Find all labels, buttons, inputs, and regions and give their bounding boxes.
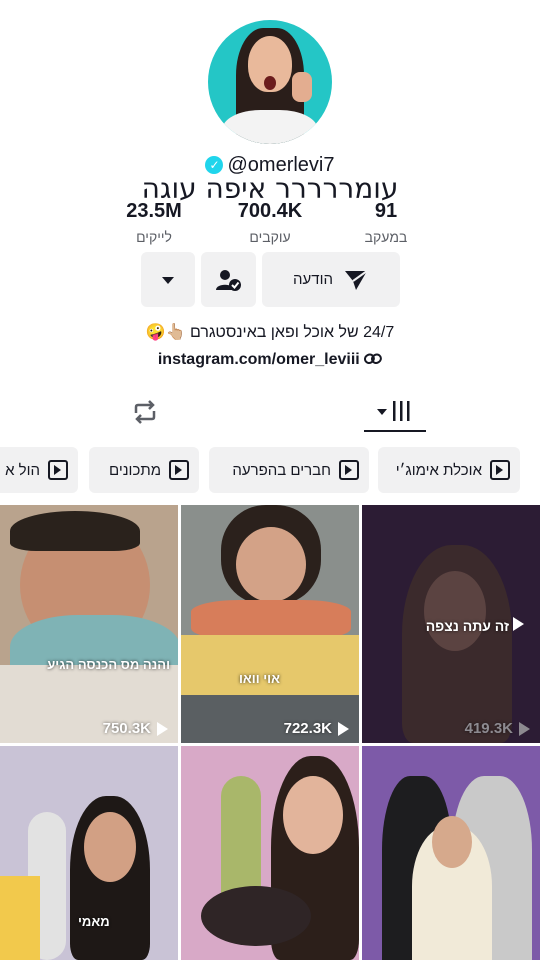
video-views: 419.3K (362, 720, 530, 737)
bio-link-text: instagram.com/omer_leviii (157, 351, 360, 368)
video-thumbnail[interactable]: מאמי (0, 746, 178, 960)
video-caption: אוי וואו (239, 671, 280, 686)
playlist-label: מתכונים (108, 461, 161, 479)
play-icon (519, 721, 530, 736)
stat-likes[interactable]: 23.5M לייקים (94, 200, 214, 245)
playlist-label: הול א (5, 461, 40, 479)
video-thumbnail[interactable] (362, 746, 540, 960)
playlist-item[interactable]: הול א (0, 447, 78, 493)
video-thumbnail[interactable]: זה עתה נצפה 419.3K (362, 505, 540, 743)
repost-icon (134, 400, 156, 424)
play-icon (513, 617, 524, 631)
playlist-item[interactable]: אוכלת אימוג׳י (378, 447, 520, 493)
avatar-mouth (264, 76, 276, 90)
stat-followers-label: עוקבים (249, 229, 291, 245)
playlist-label: אוכלת אימוג׳י (395, 461, 482, 479)
video-views: 722.3K (181, 720, 349, 737)
playlist-icon (48, 460, 68, 480)
playlist-item[interactable]: מתכונים (89, 447, 199, 493)
video-thumbnail[interactable]: אוי וואו 722.3K (181, 505, 359, 743)
playlist-item[interactable]: חברים בהפרעה (209, 447, 369, 493)
more-options-button[interactable] (141, 252, 195, 307)
avatar-shirt (222, 110, 318, 144)
play-icon (157, 721, 168, 736)
playlist-label: חברים בהפרעה (232, 461, 331, 479)
stat-following-label: במעקב (364, 229, 408, 245)
message-button-label: הודעה (293, 271, 333, 288)
video-caption: זה עתה נצפה (426, 617, 524, 634)
user-check-icon (215, 269, 241, 291)
bio-text: 24/7 של אוכל ופאן באינסטגרם 👆🏼🤪 (145, 324, 395, 341)
stat-following-value: 91 (374, 200, 398, 222)
video-views: 750.3K (0, 720, 168, 737)
tab-videos[interactable] (364, 392, 426, 432)
stat-followers-value: 700.4K (237, 200, 303, 222)
video-caption: מאמי (78, 914, 110, 929)
video-caption: והנה מס הכנסה הגיע (47, 657, 170, 672)
grid-tab-icon (377, 401, 410, 421)
profile-avatar[interactable] (208, 20, 332, 144)
message-button[interactable]: הודעה (262, 252, 400, 307)
avatar-hand (292, 72, 312, 102)
link-icon (364, 353, 383, 364)
following-button[interactable] (201, 252, 256, 307)
playlist-icon (339, 460, 359, 480)
play-icon (338, 721, 349, 736)
stat-followers[interactable]: 700.4K עוקבים (210, 200, 330, 245)
stat-following[interactable]: 91 במעקב (326, 200, 446, 245)
video-thumbnail[interactable]: והנה מס הכנסה הגיע 750.3K (0, 505, 178, 743)
playlist-icon (169, 460, 189, 480)
send-icon (344, 269, 368, 290)
video-thumbnail[interactable] (181, 746, 359, 960)
caret-down-icon (162, 276, 174, 284)
playlist-row: אוכלת אימוג׳י חברים בהפרעה מתכונים הול א (0, 447, 540, 493)
playlist-icon (490, 460, 510, 480)
stat-likes-value: 23.5M (126, 200, 182, 222)
bio-link[interactable]: instagram.com/omer_leviii (0, 351, 540, 369)
stat-likes-label: לייקים (136, 229, 172, 245)
tab-reposts[interactable] (114, 392, 176, 432)
